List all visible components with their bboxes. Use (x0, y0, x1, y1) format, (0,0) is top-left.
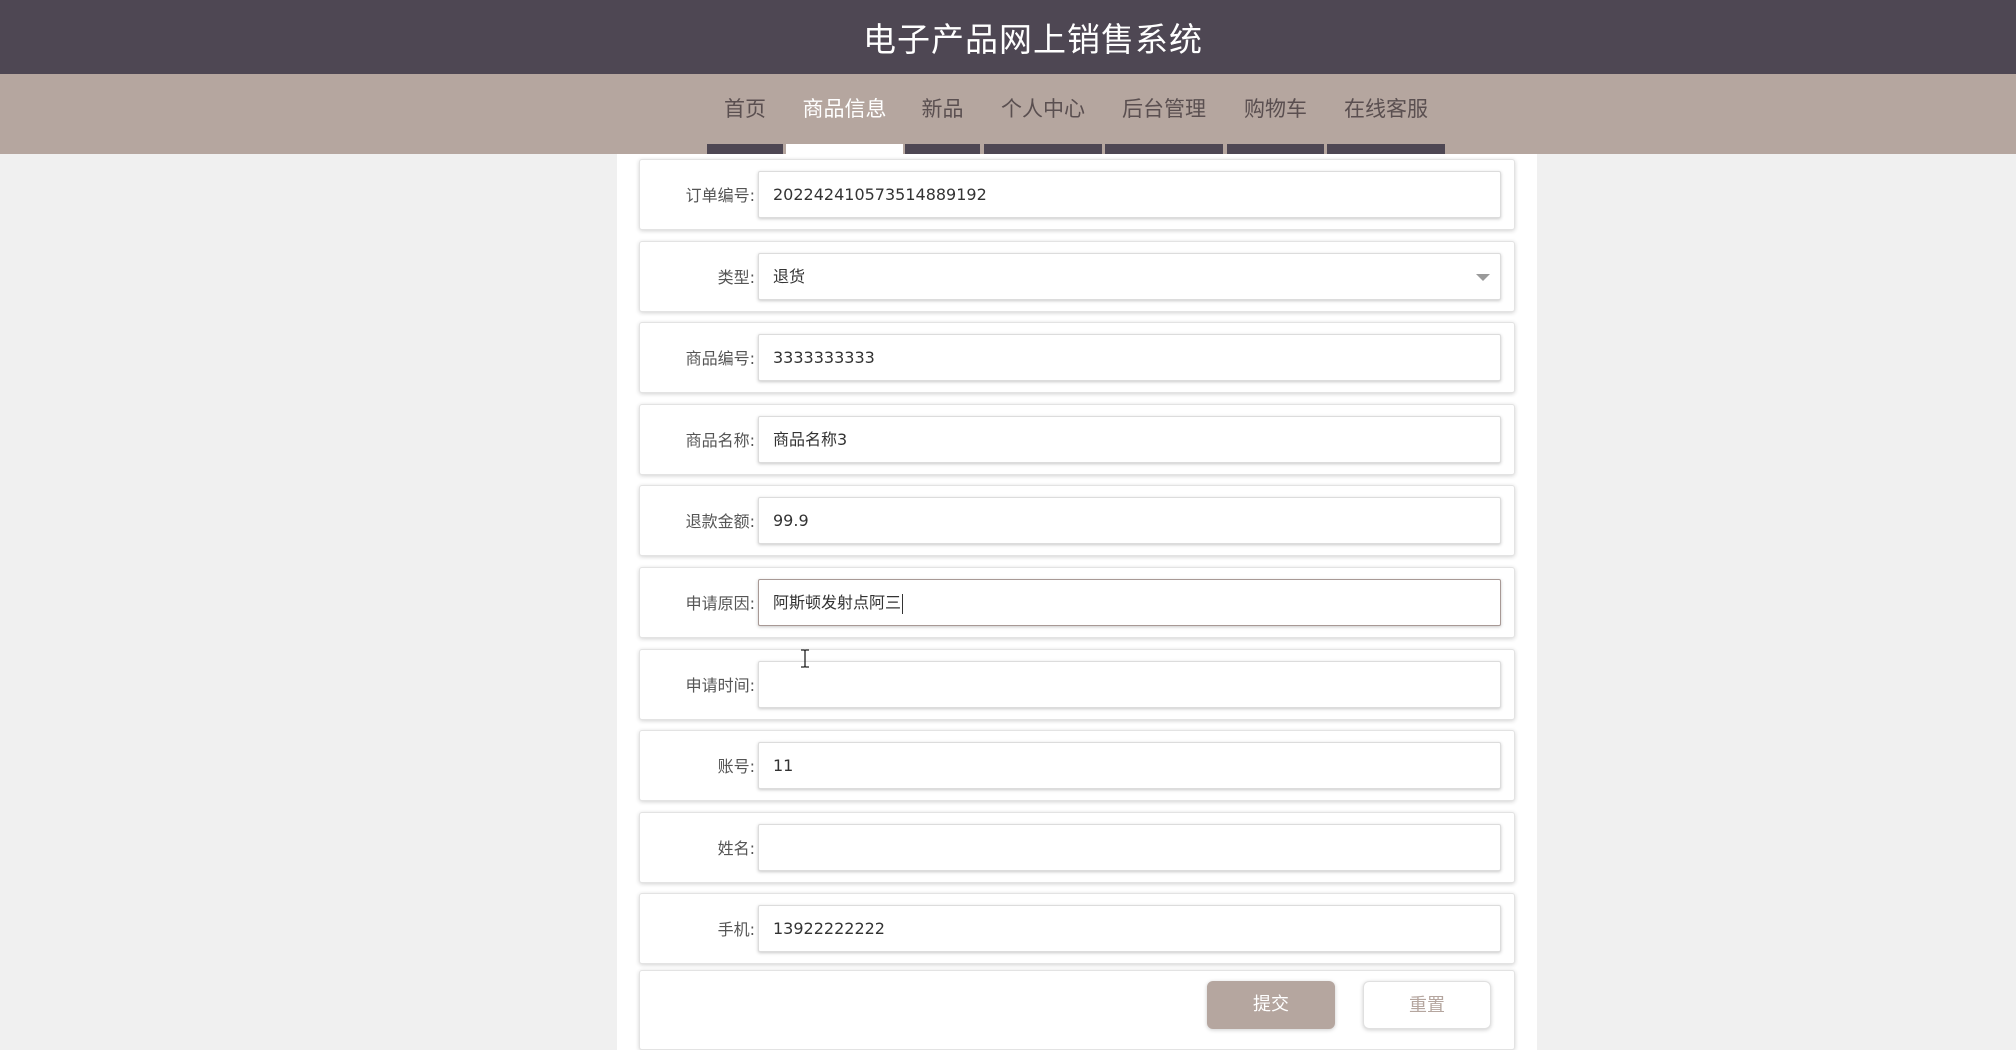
type-label: 类型: (717, 268, 755, 287)
site-header: 电子产品网上销售系统 (0, 0, 2016, 74)
product-no-input[interactable]: 3333333333 (758, 334, 1501, 381)
nav-item-label: 商品信息 (802, 97, 887, 121)
refund-form: 订单编号: 20224241057351488919​2 类型: 退货 商品编号… (617, 150, 1537, 1050)
nav-list: 首页 商品信息 新品 个人中心 后台管理 购物车 在线客服 (0, 74, 2016, 154)
reason-label: 申请原因: (685, 594, 755, 613)
submit-button[interactable]: 提交 (1207, 981, 1335, 1029)
nav-underline (1105, 144, 1223, 154)
nav-item-products[interactable]: 商品信息 (786, 74, 903, 154)
apply-time-input[interactable] (758, 661, 1501, 708)
apply-time-label: 申请时间: (685, 676, 755, 695)
form-actions: 提交 重置 (639, 970, 1515, 1050)
name-input[interactable] (758, 824, 1501, 871)
phone-input[interactable]: 13922222222 (758, 905, 1501, 952)
product-no-label: 商品编号: (685, 349, 755, 368)
nav-item-label: 后台管理 (1122, 97, 1206, 121)
form-row-apply-time: 申请时间: (639, 649, 1515, 720)
form-row-name: 姓名: (639, 812, 1515, 883)
nav-underline (984, 144, 1102, 154)
text-caret (902, 593, 904, 614)
form-row-refund-amount: 退款金额: 99.9 (639, 485, 1515, 556)
nav-underline (707, 144, 783, 154)
form-row-reason: 申请原因: 阿斯顿发射点阿三 (639, 567, 1515, 638)
form-row-phone: 手机: 13922222222 (639, 893, 1515, 964)
nav-item-cart[interactable]: 购物车 (1227, 74, 1324, 154)
nav-item-label: 在线客服 (1344, 97, 1428, 121)
form-row-product-no: 商品编号: 3333333333 (639, 322, 1515, 393)
phone-label: 手机: (717, 920, 755, 939)
product-name-input[interactable]: 商品名称3 (758, 416, 1501, 463)
reason-input[interactable]: 阿斯顿发射点阿三 (758, 579, 1501, 626)
name-label: 姓名: (717, 839, 755, 858)
type-select[interactable]: 退货 (758, 253, 1501, 300)
reset-button[interactable]: 重置 (1363, 981, 1491, 1029)
nav-item-new[interactable]: 新品 (905, 74, 980, 154)
nav-underline (905, 144, 980, 154)
nav-item-admin[interactable]: 后台管理 (1105, 74, 1223, 154)
chevron-down-icon (1476, 274, 1490, 281)
order-no-input[interactable]: 20224241057351488919​2 (758, 171, 1501, 218)
account-input[interactable]: 11 (758, 742, 1501, 789)
nav-underline (1227, 144, 1324, 154)
form-row-order-no: 订单编号: 20224241057351488919​2 (639, 159, 1515, 230)
nav-item-label: 购物车 (1244, 97, 1307, 121)
product-name-label: 商品名称: (685, 431, 755, 450)
nav-underline (1327, 144, 1445, 154)
form-row-account: 账号: 11 (639, 730, 1515, 801)
nav-underline-active (786, 144, 903, 154)
order-no-label: 订单编号: (685, 186, 755, 205)
nav-item-label: 个人中心 (1001, 97, 1085, 121)
site-title: 电子产品网上销售系统 (863, 20, 1203, 59)
main-nav: 首页 商品信息 新品 个人中心 后台管理 购物车 在线客服 (0, 74, 2016, 154)
form-row-type: 类型: 退货 (639, 241, 1515, 312)
ibeam-cursor-icon (801, 649, 809, 668)
refund-amount-label: 退款金额: (685, 512, 755, 531)
nav-item-label: 首页 (724, 97, 766, 121)
nav-item-home[interactable]: 首页 (707, 74, 783, 154)
type-select-value: 退货 (773, 267, 806, 286)
form-row-product-name: 商品名称: 商品名称3 (639, 404, 1515, 475)
refund-amount-input[interactable]: 99.9 (758, 497, 1501, 544)
nav-item-support[interactable]: 在线客服 (1327, 74, 1445, 154)
reason-input-text: 阿斯顿发射点阿三 (773, 593, 902, 612)
account-label: 账号: (717, 757, 755, 776)
nav-item-profile[interactable]: 个人中心 (984, 74, 1102, 154)
nav-item-label: 新品 (921, 97, 964, 121)
